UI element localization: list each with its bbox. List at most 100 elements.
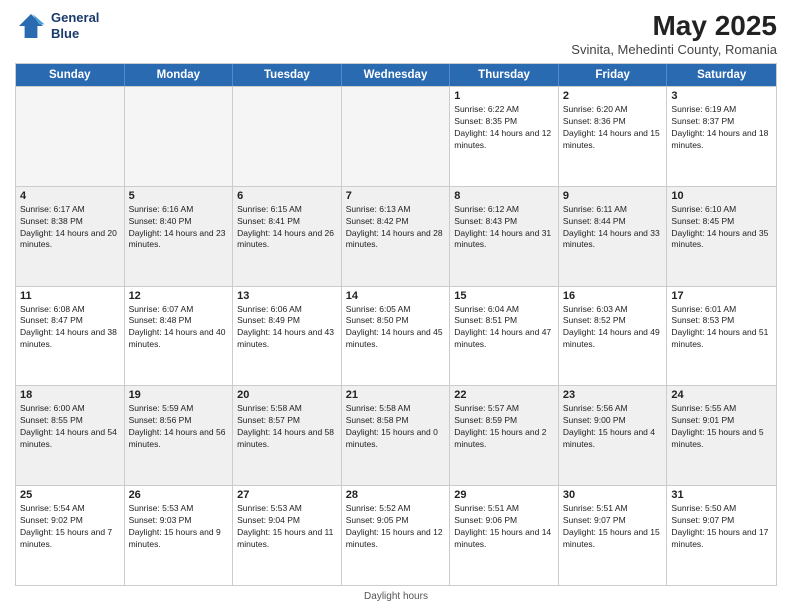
calendar-cell: 7 Sunrise: 6:13 AM Sunset: 8:42 PM Daylig… — [342, 187, 451, 286]
calendar-cell: 18 Sunrise: 6:00 AM Sunset: 8:55 PM Dayli… — [16, 386, 125, 485]
calendar: SundayMondayTuesdayWednesdayThursdayFrid… — [15, 63, 777, 586]
calendar-body: 1 Sunrise: 6:22 AM Sunset: 8:35 PM Daylig… — [16, 86, 776, 585]
day-info: Sunrise: 6:07 AM Sunset: 8:48 PM Dayligh… — [129, 304, 229, 352]
day-info: Sunrise: 5:54 AM Sunset: 9:02 PM Dayligh… — [20, 503, 120, 551]
calendar-cell — [125, 87, 234, 186]
calendar-cell — [16, 87, 125, 186]
calendar-cell — [233, 87, 342, 186]
day-number: 10 — [671, 190, 772, 202]
calendar-cell: 23 Sunrise: 5:56 AM Sunset: 9:00 PM Dayli… — [559, 386, 668, 485]
logo: General Blue — [15, 10, 99, 42]
calendar-cell: 12Sunrise: 6:07 AM Sunset: 8:48 PM Dayli… — [125, 287, 234, 386]
logo-text: General Blue — [51, 10, 99, 41]
day-number: 31 — [671, 489, 772, 501]
calendar-cell: 13 Sunrise: 6:06 AM Sunset: 8:49 PM Dayli… — [233, 287, 342, 386]
day-number: 15 — [454, 290, 554, 302]
day-info: Sunrise: 6:20 AM Sunset: 8:36 PM Dayligh… — [563, 104, 663, 152]
calendar-cell: 11 Sunrise: 6:08 AM Sunset: 8:47 PM Dayli… — [16, 287, 125, 386]
day-info: Sunrise: 6:00 AM Sunset: 8:55 PM Dayligh… — [20, 403, 120, 451]
day-number: 24 — [671, 389, 772, 401]
day-of-week-header: Saturday — [667, 64, 776, 86]
calendar-week-row: 11 Sunrise: 6:08 AM Sunset: 8:47 PM Dayli… — [16, 286, 776, 386]
day-number: 19 — [129, 389, 229, 401]
day-info: Sunrise: 6:10 AM Sunset: 8:45 PM Dayligh… — [671, 204, 772, 252]
day-info: Sunrise: 6:15 AM Sunset: 8:41 PM Dayligh… — [237, 204, 337, 252]
calendar-cell: 8Sunrise: 6:12 AM Sunset: 8:43 PM Daylig… — [450, 187, 559, 286]
calendar-header: SundayMondayTuesdayWednesdayThursdayFrid… — [16, 64, 776, 86]
title-block: May 2025 Svinita, Mehedinti County, Roma… — [571, 10, 777, 57]
day-info: Sunrise: 6:05 AM Sunset: 8:50 PM Dayligh… — [346, 304, 446, 352]
day-info: Sunrise: 6:04 AM Sunset: 8:51 PM Dayligh… — [454, 304, 554, 352]
day-number: 26 — [129, 489, 229, 501]
day-info: Sunrise: 5:53 AM Sunset: 9:04 PM Dayligh… — [237, 503, 337, 551]
day-info: Sunrise: 6:06 AM Sunset: 8:49 PM Dayligh… — [237, 304, 337, 352]
day-info: Sunrise: 6:16 AM Sunset: 8:40 PM Dayligh… — [129, 204, 229, 252]
day-number: 9 — [563, 190, 663, 202]
day-of-week-header: Friday — [559, 64, 668, 86]
day-info: Sunrise: 6:03 AM Sunset: 8:52 PM Dayligh… — [563, 304, 663, 352]
calendar-cell — [342, 87, 451, 186]
day-number: 18 — [20, 389, 120, 401]
header: General Blue May 2025 Svinita, Mehedinti… — [15, 10, 777, 57]
day-number: 5 — [129, 190, 229, 202]
day-info: Sunrise: 6:13 AM Sunset: 8:42 PM Dayligh… — [346, 204, 446, 252]
day-info: Sunrise: 6:22 AM Sunset: 8:35 PM Dayligh… — [454, 104, 554, 152]
day-of-week-header: Thursday — [450, 64, 559, 86]
page: General Blue May 2025 Svinita, Mehedinti… — [0, 0, 792, 612]
calendar-cell: 28 Sunrise: 5:52 AM Sunset: 9:05 PM Dayli… — [342, 486, 451, 585]
day-info: Sunrise: 5:50 AM Sunset: 9:07 PM Dayligh… — [671, 503, 772, 551]
day-number: 30 — [563, 489, 663, 501]
day-info: Sunrise: 6:17 AM Sunset: 8:38 PM Dayligh… — [20, 204, 120, 252]
day-number: 28 — [346, 489, 446, 501]
day-info: Sunrise: 5:56 AM Sunset: 9:00 PM Dayligh… — [563, 403, 663, 451]
day-info: Sunrise: 5:58 AM Sunset: 8:57 PM Dayligh… — [237, 403, 337, 451]
day-number: 7 — [346, 190, 446, 202]
calendar-week-row: 1 Sunrise: 6:22 AM Sunset: 8:35 PM Daylig… — [16, 86, 776, 186]
calendar-cell: 16 Sunrise: 6:03 AM Sunset: 8:52 PM Dayli… — [559, 287, 668, 386]
main-title: May 2025 — [571, 10, 777, 42]
day-info: Sunrise: 5:51 AM Sunset: 9:06 PM Dayligh… — [454, 503, 554, 551]
calendar-week-row: 18 Sunrise: 6:00 AM Sunset: 8:55 PM Dayli… — [16, 385, 776, 485]
calendar-cell: 24Sunrise: 5:55 AM Sunset: 9:01 PM Dayli… — [667, 386, 776, 485]
day-number: 21 — [346, 389, 446, 401]
calendar-cell: 2Sunrise: 6:20 AM Sunset: 8:36 PM Daylig… — [559, 87, 668, 186]
day-info: Sunrise: 6:08 AM Sunset: 8:47 PM Dayligh… — [20, 304, 120, 352]
calendar-week-row: 25 Sunrise: 5:54 AM Sunset: 9:02 PM Dayli… — [16, 485, 776, 585]
day-number: 25 — [20, 489, 120, 501]
calendar-cell: 17 Sunrise: 6:01 AM Sunset: 8:53 PM Dayli… — [667, 287, 776, 386]
calendar-cell: 27 Sunrise: 5:53 AM Sunset: 9:04 PM Dayli… — [233, 486, 342, 585]
day-number: 14 — [346, 290, 446, 302]
day-number: 11 — [20, 290, 120, 302]
day-of-week-header: Tuesday — [233, 64, 342, 86]
day-info: Sunrise: 6:01 AM Sunset: 8:53 PM Dayligh… — [671, 304, 772, 352]
calendar-cell: 29Sunrise: 5:51 AM Sunset: 9:06 PM Dayli… — [450, 486, 559, 585]
calendar-cell: 25 Sunrise: 5:54 AM Sunset: 9:02 PM Dayli… — [16, 486, 125, 585]
day-number: 13 — [237, 290, 337, 302]
calendar-cell: 22Sunrise: 5:57 AM Sunset: 8:59 PM Dayli… — [450, 386, 559, 485]
day-number: 1 — [454, 90, 554, 102]
calendar-cell: 21Sunrise: 5:58 AM Sunset: 8:58 PM Dayli… — [342, 386, 451, 485]
calendar-cell: 20 Sunrise: 5:58 AM Sunset: 8:57 PM Dayli… — [233, 386, 342, 485]
calendar-cell: 31 Sunrise: 5:50 AM Sunset: 9:07 PM Dayli… — [667, 486, 776, 585]
day-number: 16 — [563, 290, 663, 302]
calendar-cell: 19 Sunrise: 5:59 AM Sunset: 8:56 PM Dayli… — [125, 386, 234, 485]
day-of-week-header: Wednesday — [342, 64, 451, 86]
day-info: Sunrise: 5:52 AM Sunset: 9:05 PM Dayligh… — [346, 503, 446, 551]
calendar-cell: 1 Sunrise: 6:22 AM Sunset: 8:35 PM Daylig… — [450, 87, 559, 186]
day-number: 8 — [454, 190, 554, 202]
day-number: 27 — [237, 489, 337, 501]
day-info: Sunrise: 5:59 AM Sunset: 8:56 PM Dayligh… — [129, 403, 229, 451]
day-number: 4 — [20, 190, 120, 202]
day-of-week-header: Monday — [125, 64, 234, 86]
calendar-cell: 5 Sunrise: 6:16 AM Sunset: 8:40 PM Daylig… — [125, 187, 234, 286]
day-number: 23 — [563, 389, 663, 401]
calendar-cell: 30Sunrise: 5:51 AM Sunset: 9:07 PM Dayli… — [559, 486, 668, 585]
day-number: 17 — [671, 290, 772, 302]
calendar-cell: 6 Sunrise: 6:15 AM Sunset: 8:41 PM Daylig… — [233, 187, 342, 286]
day-number: 6 — [237, 190, 337, 202]
calendar-cell: 10 Sunrise: 6:10 AM Sunset: 8:45 PM Dayli… — [667, 187, 776, 286]
day-number: 20 — [237, 389, 337, 401]
calendar-cell: 3 Sunrise: 6:19 AM Sunset: 8:37 PM Daylig… — [667, 87, 776, 186]
day-info: Sunrise: 6:19 AM Sunset: 8:37 PM Dayligh… — [671, 104, 772, 152]
day-number: 3 — [671, 90, 772, 102]
